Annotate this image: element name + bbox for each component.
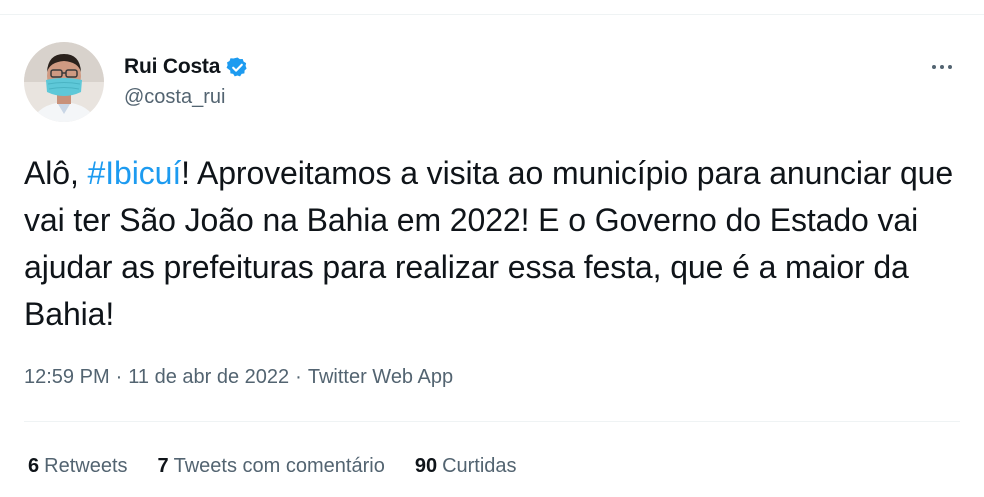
retweets-count: 6	[28, 455, 40, 477]
top-divider	[0, 0, 984, 15]
hashtag-link[interactable]: #Ibicuí	[88, 155, 182, 191]
tweet-meta: 12:59 PM · 11 de abr de 2022 · Twitter W…	[24, 366, 453, 389]
author-name-row[interactable]: Rui Costa	[124, 54, 249, 80]
author-name[interactable]: Rui Costa	[124, 55, 220, 79]
more-dot	[932, 65, 936, 69]
verified-badge-icon	[226, 56, 249, 79]
tweet-source[interactable]: Twitter Web App	[308, 366, 453, 389]
quote-tweets-stat[interactable]: 7 Tweets com comentário	[158, 455, 385, 478]
avatar[interactable]	[24, 42, 104, 122]
tweet-date[interactable]: 11 de abr de 2022	[128, 366, 289, 389]
quote-tweets-count: 7	[157, 455, 169, 477]
more-options-icon[interactable]	[922, 52, 962, 82]
tweet-text-part: Alô,	[24, 155, 88, 191]
author-handle[interactable]: @costa_rui	[124, 86, 225, 109]
meta-separator: ·	[115, 366, 123, 388]
tweet-text: Alô, #Ibicuí! Aproveitamos a visita ao m…	[24, 150, 954, 338]
meta-separator: ·	[295, 366, 302, 388]
likes-count: 90	[414, 455, 438, 477]
tweet-time[interactable]: 12:59 PM	[24, 366, 110, 389]
more-dot	[940, 65, 944, 69]
tweet-stats: 6 Retweets 7 Tweets com comentário 90 Cu…	[28, 455, 547, 478]
retweets-label: Retweets	[44, 455, 128, 477]
likes-label: Curtidas	[442, 455, 517, 477]
avatar-photo	[24, 42, 104, 122]
more-dot	[948, 65, 952, 69]
retweets-stat[interactable]: 6 Retweets	[28, 455, 128, 478]
quote-tweets-label: Tweets com comentário	[173, 455, 385, 477]
likes-stat[interactable]: 90 Curtidas	[415, 455, 517, 478]
divider	[24, 421, 960, 422]
